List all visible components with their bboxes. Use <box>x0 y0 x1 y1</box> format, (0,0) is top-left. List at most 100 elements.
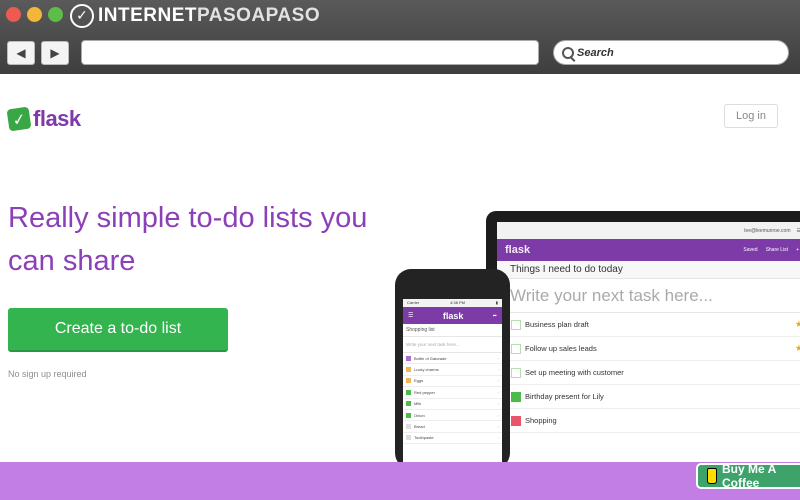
minimize-window-button[interactable] <box>27 7 42 22</box>
back-button[interactable]: ◀ <box>7 41 35 65</box>
browser-chrome: ✓ INTERNETPASOAPASO ◀ ▶ Search <box>0 0 800 74</box>
laptop-logo: flask <box>505 244 531 256</box>
task-label: Shopping <box>525 416 557 425</box>
chevron-right-icon: › <box>497 424 499 430</box>
forward-arrow-icon: ▶ <box>50 46 60 60</box>
task-label: Bottle of Gatorade <box>414 355 447 361</box>
star-icon: ★ <box>794 319 800 329</box>
carrier-label: Carrier <box>407 300 420 305</box>
phone-task-row: Toothpaste › <box>403 433 502 445</box>
task-label: Bread <box>414 424 425 430</box>
task-label: Toothpaste <box>414 435 434 441</box>
laptop-task-input: Write your next task here... <box>497 279 800 313</box>
phone-task-row: Bread › <box>403 421 502 433</box>
laptop-app-header: flask Saved Share List + <box>497 239 800 261</box>
task-label: Eggs <box>414 378 424 384</box>
laptop-task-row: Business plan draft ★ <box>497 313 800 337</box>
task-label: Red pepper <box>414 389 435 395</box>
phone-screen: Carrier 4:38 PM ▮ ☰ flask ➦ Shopping lis… <box>403 299 502 469</box>
laptop-task-row: Birthday present for Lily <box>497 385 800 409</box>
chevron-right-icon: › <box>497 355 499 361</box>
task-color-tag <box>406 401 411 407</box>
chevron-right-icon: › <box>497 412 499 418</box>
task-color-tag <box>406 367 411 373</box>
phone-task-row: Onion › <box>403 410 502 422</box>
add-icon: + <box>796 247 799 253</box>
login-button[interactable]: Log in <box>724 104 778 128</box>
phone-mockup: Carrier 4:38 PM ▮ ☰ flask ➦ Shopping lis… <box>395 269 510 469</box>
task-color-tag <box>511 415 521 426</box>
maximize-window-button[interactable] <box>48 7 63 22</box>
phone-list-title: Shopping list <box>403 324 502 337</box>
task-color-tag <box>511 319 521 330</box>
phone-task-list: Bottle of Gatorade › Lucky charms › Eggs › Red… <box>403 353 502 445</box>
task-color-tag <box>511 343 521 354</box>
laptop-task-row: Set up meeting with customer <box>497 361 800 385</box>
phone-task-row: Eggs › <box>403 376 502 388</box>
phone-task-row: Red pepper › <box>403 387 502 399</box>
phone-task-row: Milk › <box>403 399 502 410</box>
task-color-tag <box>406 355 411 361</box>
share-icon: ➦ <box>492 312 497 319</box>
flask-logo[interactable]: ✓ flask <box>6 106 81 132</box>
task-label: Onion <box>414 412 425 418</box>
phone-task-row: Bottle of Gatorade › <box>403 353 502 365</box>
account-email: lee@leemunroe.com <box>744 227 791 234</box>
laptop-screen: lee@leemunroe.com ☰ flask Saved Share Li… <box>497 222 800 472</box>
check-circle-icon: ✓ <box>70 4 94 28</box>
task-color-tag <box>511 367 521 378</box>
address-bar[interactable] <box>81 40 539 65</box>
phone-app-header: ☰ flask ➦ <box>403 307 502 324</box>
laptop-list-title: Things I need to do today <box>497 261 800 279</box>
task-color-tag <box>406 435 411 441</box>
task-color-tag <box>406 412 411 418</box>
chevron-right-icon: › <box>497 367 499 373</box>
back-arrow-icon: ◀ <box>16 46 26 60</box>
phone-status-bar: Carrier 4:38 PM ▮ <box>403 299 502 307</box>
laptop-task-list: Business plan draft ★ Follow up sales lead… <box>497 313 800 433</box>
laptop-task-row: Shopping <box>497 409 800 433</box>
search-icon <box>562 46 574 59</box>
buy-me-a-coffee-button[interactable]: Buy Me A Coffee <box>696 462 800 490</box>
task-label: Follow up sales leads <box>525 344 597 353</box>
share-list-button: Share List <box>765 247 789 253</box>
watermark-text: INTERNETPASOAPASO <box>98 5 321 26</box>
chevron-right-icon: › <box>497 435 499 441</box>
battery-icon: ▮ <box>495 300 498 305</box>
phone-logo: flask <box>442 310 464 321</box>
search-label: Search <box>577 46 614 59</box>
task-color-tag <box>511 391 521 402</box>
phone-task-input: Write your next task here... <box>403 337 502 353</box>
laptop-account-bar: lee@leemunroe.com ☰ <box>497 222 800 239</box>
create-list-button[interactable]: Create a to-do list <box>8 308 228 352</box>
task-color-tag <box>406 389 411 395</box>
task-color-tag <box>406 378 411 384</box>
coffee-label: Buy Me A Coffee <box>722 462 776 490</box>
checkmark-icon: ✓ <box>6 106 32 132</box>
logo-text: flask <box>33 106 81 131</box>
task-label: Lucky charms <box>414 367 439 373</box>
phone-time: 4:38 PM <box>450 300 465 305</box>
phone-task-row: Lucky charms › <box>403 364 502 376</box>
no-signup-note: No sign up required <box>8 369 87 379</box>
page-headline: Really simple to-do lists you can share <box>8 202 368 277</box>
footer-strip <box>0 462 800 500</box>
saved-label: Saved <box>743 247 758 253</box>
task-label: Business plan draft <box>525 320 589 329</box>
search-input[interactable]: Search <box>553 40 789 65</box>
forward-button[interactable]: ▶ <box>41 41 69 65</box>
task-label: Set up meeting with customer <box>525 368 624 377</box>
menu-icon: ☰ <box>796 227 800 234</box>
watermark-brand: ✓ INTERNETPASOAPASO <box>70 3 320 29</box>
task-label: Birthday present for Lily <box>525 392 604 401</box>
coffee-cup-icon <box>707 468 717 484</box>
close-window-button[interactable] <box>6 7 21 22</box>
task-color-tag <box>406 424 411 430</box>
star-icon: ★ <box>794 343 800 353</box>
laptop-mockup: lee@leemunroe.com ☰ flask Saved Share Li… <box>486 211 800 476</box>
phone-menu-icon: ☰ <box>408 313 414 319</box>
task-label: Milk <box>414 401 422 407</box>
chevron-right-icon: › <box>497 401 499 407</box>
chevron-right-icon: › <box>497 389 499 395</box>
chevron-right-icon: › <box>497 378 499 384</box>
